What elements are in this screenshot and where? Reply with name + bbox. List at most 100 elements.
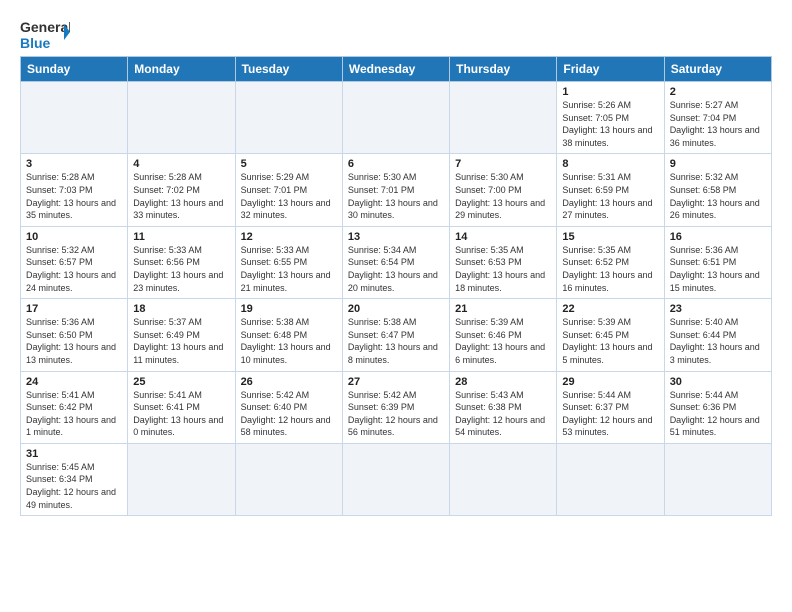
calendar-cell xyxy=(342,82,449,154)
day-info: Sunrise: 5:44 AM Sunset: 6:36 PM Dayligh… xyxy=(670,389,766,439)
weekday-header-tuesday: Tuesday xyxy=(235,57,342,82)
day-info: Sunrise: 5:33 AM Sunset: 6:56 PM Dayligh… xyxy=(133,244,229,294)
day-number: 6 xyxy=(348,158,444,170)
day-number: 8 xyxy=(562,158,658,170)
calendar-cell: 24Sunrise: 5:41 AM Sunset: 6:42 PM Dayli… xyxy=(21,371,128,443)
day-info: Sunrise: 5:30 AM Sunset: 7:00 PM Dayligh… xyxy=(455,171,551,221)
calendar-cell: 4Sunrise: 5:28 AM Sunset: 7:02 PM Daylig… xyxy=(128,154,235,226)
calendar-cell xyxy=(664,443,771,515)
calendar-cell xyxy=(128,82,235,154)
calendar-cell xyxy=(450,82,557,154)
calendar-week-row: 17Sunrise: 5:36 AM Sunset: 6:50 PM Dayli… xyxy=(21,299,772,371)
calendar-cell xyxy=(128,443,235,515)
day-info: Sunrise: 5:32 AM Sunset: 6:58 PM Dayligh… xyxy=(670,171,766,221)
calendar-cell: 2Sunrise: 5:27 AM Sunset: 7:04 PM Daylig… xyxy=(664,82,771,154)
calendar-page: General Blue SundayMondayTuesdayWednesda… xyxy=(0,0,792,526)
day-info: Sunrise: 5:38 AM Sunset: 6:47 PM Dayligh… xyxy=(348,316,444,366)
calendar-cell: 16Sunrise: 5:36 AM Sunset: 6:51 PM Dayli… xyxy=(664,226,771,298)
calendar-cell: 7Sunrise: 5:30 AM Sunset: 7:00 PM Daylig… xyxy=(450,154,557,226)
day-number: 22 xyxy=(562,303,658,315)
day-info: Sunrise: 5:28 AM Sunset: 7:02 PM Dayligh… xyxy=(133,171,229,221)
day-number: 18 xyxy=(133,303,229,315)
day-info: Sunrise: 5:33 AM Sunset: 6:55 PM Dayligh… xyxy=(241,244,337,294)
calendar-week-row: 3Sunrise: 5:28 AM Sunset: 7:03 PM Daylig… xyxy=(21,154,772,226)
day-number: 7 xyxy=(455,158,551,170)
day-number: 28 xyxy=(455,376,551,388)
day-info: Sunrise: 5:45 AM Sunset: 6:34 PM Dayligh… xyxy=(26,461,122,511)
weekday-header-thursday: Thursday xyxy=(450,57,557,82)
day-info: Sunrise: 5:44 AM Sunset: 6:37 PM Dayligh… xyxy=(562,389,658,439)
weekday-header-monday: Monday xyxy=(128,57,235,82)
calendar-cell: 21Sunrise: 5:39 AM Sunset: 6:46 PM Dayli… xyxy=(450,299,557,371)
day-number: 21 xyxy=(455,303,551,315)
day-info: Sunrise: 5:26 AM Sunset: 7:05 PM Dayligh… xyxy=(562,99,658,149)
calendar-cell: 23Sunrise: 5:40 AM Sunset: 6:44 PM Dayli… xyxy=(664,299,771,371)
logo: General Blue xyxy=(20,16,70,52)
day-info: Sunrise: 5:39 AM Sunset: 6:45 PM Dayligh… xyxy=(562,316,658,366)
day-info: Sunrise: 5:34 AM Sunset: 6:54 PM Dayligh… xyxy=(348,244,444,294)
svg-text:Blue: Blue xyxy=(20,35,51,51)
day-info: Sunrise: 5:38 AM Sunset: 6:48 PM Dayligh… xyxy=(241,316,337,366)
day-number: 31 xyxy=(26,448,122,460)
calendar-cell: 19Sunrise: 5:38 AM Sunset: 6:48 PM Dayli… xyxy=(235,299,342,371)
day-number: 14 xyxy=(455,231,551,243)
calendar-cell: 8Sunrise: 5:31 AM Sunset: 6:59 PM Daylig… xyxy=(557,154,664,226)
calendar-cell: 29Sunrise: 5:44 AM Sunset: 6:37 PM Dayli… xyxy=(557,371,664,443)
day-number: 10 xyxy=(26,231,122,243)
day-info: Sunrise: 5:27 AM Sunset: 7:04 PM Dayligh… xyxy=(670,99,766,149)
day-number: 15 xyxy=(562,231,658,243)
weekday-header-saturday: Saturday xyxy=(664,57,771,82)
calendar-cell: 11Sunrise: 5:33 AM Sunset: 6:56 PM Dayli… xyxy=(128,226,235,298)
day-number: 20 xyxy=(348,303,444,315)
calendar-cell xyxy=(21,82,128,154)
day-number: 30 xyxy=(670,376,766,388)
calendar-cell xyxy=(342,443,449,515)
day-number: 19 xyxy=(241,303,337,315)
calendar-cell: 15Sunrise: 5:35 AM Sunset: 6:52 PM Dayli… xyxy=(557,226,664,298)
calendar-cell: 20Sunrise: 5:38 AM Sunset: 6:47 PM Dayli… xyxy=(342,299,449,371)
calendar-cell: 6Sunrise: 5:30 AM Sunset: 7:01 PM Daylig… xyxy=(342,154,449,226)
calendar-cell: 17Sunrise: 5:36 AM Sunset: 6:50 PM Dayli… xyxy=(21,299,128,371)
calendar-cell: 30Sunrise: 5:44 AM Sunset: 6:36 PM Dayli… xyxy=(664,371,771,443)
day-info: Sunrise: 5:43 AM Sunset: 6:38 PM Dayligh… xyxy=(455,389,551,439)
calendar-week-row: 1Sunrise: 5:26 AM Sunset: 7:05 PM Daylig… xyxy=(21,82,772,154)
day-number: 27 xyxy=(348,376,444,388)
day-info: Sunrise: 5:30 AM Sunset: 7:01 PM Dayligh… xyxy=(348,171,444,221)
calendar-cell xyxy=(557,443,664,515)
calendar-cell: 10Sunrise: 5:32 AM Sunset: 6:57 PM Dayli… xyxy=(21,226,128,298)
day-number: 12 xyxy=(241,231,337,243)
calendar-week-row: 10Sunrise: 5:32 AM Sunset: 6:57 PM Dayli… xyxy=(21,226,772,298)
day-info: Sunrise: 5:42 AM Sunset: 6:40 PM Dayligh… xyxy=(241,389,337,439)
calendar-cell: 1Sunrise: 5:26 AM Sunset: 7:05 PM Daylig… xyxy=(557,82,664,154)
day-info: Sunrise: 5:41 AM Sunset: 6:41 PM Dayligh… xyxy=(133,389,229,439)
day-info: Sunrise: 5:35 AM Sunset: 6:52 PM Dayligh… xyxy=(562,244,658,294)
day-number: 17 xyxy=(26,303,122,315)
calendar-cell: 12Sunrise: 5:33 AM Sunset: 6:55 PM Dayli… xyxy=(235,226,342,298)
day-number: 29 xyxy=(562,376,658,388)
weekday-header-wednesday: Wednesday xyxy=(342,57,449,82)
weekday-header-sunday: Sunday xyxy=(21,57,128,82)
day-number: 3 xyxy=(26,158,122,170)
weekday-header-friday: Friday xyxy=(557,57,664,82)
calendar-cell: 5Sunrise: 5:29 AM Sunset: 7:01 PM Daylig… xyxy=(235,154,342,226)
calendar-cell xyxy=(235,82,342,154)
day-number: 11 xyxy=(133,231,229,243)
day-info: Sunrise: 5:31 AM Sunset: 6:59 PM Dayligh… xyxy=(562,171,658,221)
day-info: Sunrise: 5:29 AM Sunset: 7:01 PM Dayligh… xyxy=(241,171,337,221)
day-number: 26 xyxy=(241,376,337,388)
day-number: 16 xyxy=(670,231,766,243)
day-number: 9 xyxy=(670,158,766,170)
day-info: Sunrise: 5:40 AM Sunset: 6:44 PM Dayligh… xyxy=(670,316,766,366)
day-info: Sunrise: 5:28 AM Sunset: 7:03 PM Dayligh… xyxy=(26,171,122,221)
logo-svg: General Blue xyxy=(20,16,70,52)
day-info: Sunrise: 5:35 AM Sunset: 6:53 PM Dayligh… xyxy=(455,244,551,294)
calendar-cell: 18Sunrise: 5:37 AM Sunset: 6:49 PM Dayli… xyxy=(128,299,235,371)
day-number: 24 xyxy=(26,376,122,388)
calendar-table: SundayMondayTuesdayWednesdayThursdayFrid… xyxy=(20,56,772,516)
day-number: 1 xyxy=(562,86,658,98)
calendar-cell: 13Sunrise: 5:34 AM Sunset: 6:54 PM Dayli… xyxy=(342,226,449,298)
day-info: Sunrise: 5:36 AM Sunset: 6:51 PM Dayligh… xyxy=(670,244,766,294)
calendar-cell: 31Sunrise: 5:45 AM Sunset: 6:34 PM Dayli… xyxy=(21,443,128,515)
day-info: Sunrise: 5:39 AM Sunset: 6:46 PM Dayligh… xyxy=(455,316,551,366)
day-info: Sunrise: 5:37 AM Sunset: 6:49 PM Dayligh… xyxy=(133,316,229,366)
